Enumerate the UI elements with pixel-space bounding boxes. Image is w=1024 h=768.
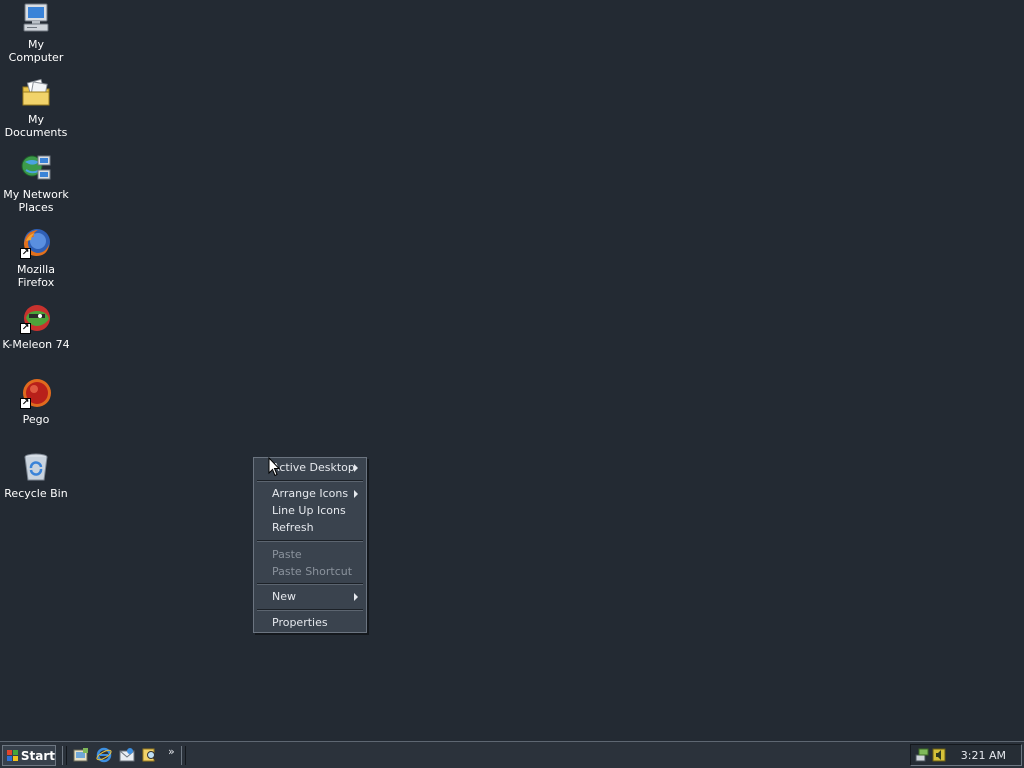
desktop-icon-label: Pego [22,413,50,426]
desktop-icon-label: My Network Places [3,188,69,214]
outlook-express-icon[interactable] [119,747,135,763]
recycle-bin-icon [20,451,52,483]
shortcut-arrow-icon: ↗ [20,248,31,259]
pego-icon: ↗ [20,377,52,409]
desktop-icon-my-computer[interactable]: My Computer [0,2,72,64]
start-button[interactable]: Start [2,745,56,766]
search-icon[interactable] [142,747,158,763]
volume-tray-icon[interactable] [932,748,946,762]
clock[interactable]: 3:21 AM [961,749,1006,762]
start-label: Start [20,748,55,763]
shortcut-arrow-icon: ↗ [20,323,31,334]
desktop-icon-label: My Computer [8,38,64,64]
quick-launch-more-button[interactable]: » [168,745,175,758]
menu-separator [257,540,363,542]
desktop[interactable]: My Computer My Documents My Network Plac… [0,0,1024,741]
desktop-icon-pego[interactable]: ↗ Pego [0,377,72,426]
mouse-cursor-icon [268,457,280,477]
desktop-icon-label: K-Meleon 74 [2,338,70,351]
desktop-icon-recycle-bin[interactable]: Recycle Bin [0,451,72,500]
menu-item-new[interactable]: New [256,588,364,605]
my-computer-icon [20,2,52,34]
toolbar-grip[interactable] [62,746,67,765]
k-meleon-icon: ↗ [20,302,52,334]
menu-item-arrange-icons[interactable]: Arrange Icons [256,485,364,502]
menu-item-paste-shortcut: Paste Shortcut [272,565,353,578]
desktop-icon-my-network-places[interactable]: My Network Places [0,152,72,214]
menu-separator [257,480,363,482]
system-tray: 3:21 AM [910,744,1022,766]
network-places-icon [20,152,52,184]
submenu-arrow-icon [354,593,358,601]
menu-separator [257,609,363,611]
desktop-icon-k-meleon[interactable]: ↗ K-Meleon 74 [0,302,72,351]
desktop-icon-label: My Documents [4,113,68,139]
menu-item-properties[interactable]: Properties [256,614,364,631]
firefox-icon: ↗ [20,227,52,259]
desktop-icon-label: Recycle Bin [4,487,68,500]
menu-item-paste: Paste [272,548,302,561]
network-tray-icon[interactable] [915,748,929,762]
toolbar-grip[interactable] [181,746,186,765]
menu-separator [257,583,363,585]
submenu-arrow-icon [354,464,358,472]
show-desktop-icon[interactable] [73,747,89,763]
desktop-icon-label: Mozilla Firefox [17,263,55,289]
shortcut-arrow-icon: ↗ [20,398,31,409]
menu-item-line-up-icons[interactable]: Line Up Icons [256,502,364,519]
taskbar: Start » 3:21 AM [0,741,1024,768]
desktop-icon-mozilla-firefox[interactable]: ↗ Mozilla Firefox [0,227,72,289]
my-documents-icon [20,77,52,109]
windows-logo-icon [7,749,18,762]
menu-item-refresh[interactable]: Refresh [256,519,364,536]
desktop-context-menu: Active Desktop Arrange Icons Line Up Ico… [253,457,367,633]
submenu-arrow-icon [354,490,358,498]
desktop-icon-my-documents[interactable]: My Documents [0,77,72,139]
internet-explorer-icon[interactable] [96,747,112,763]
